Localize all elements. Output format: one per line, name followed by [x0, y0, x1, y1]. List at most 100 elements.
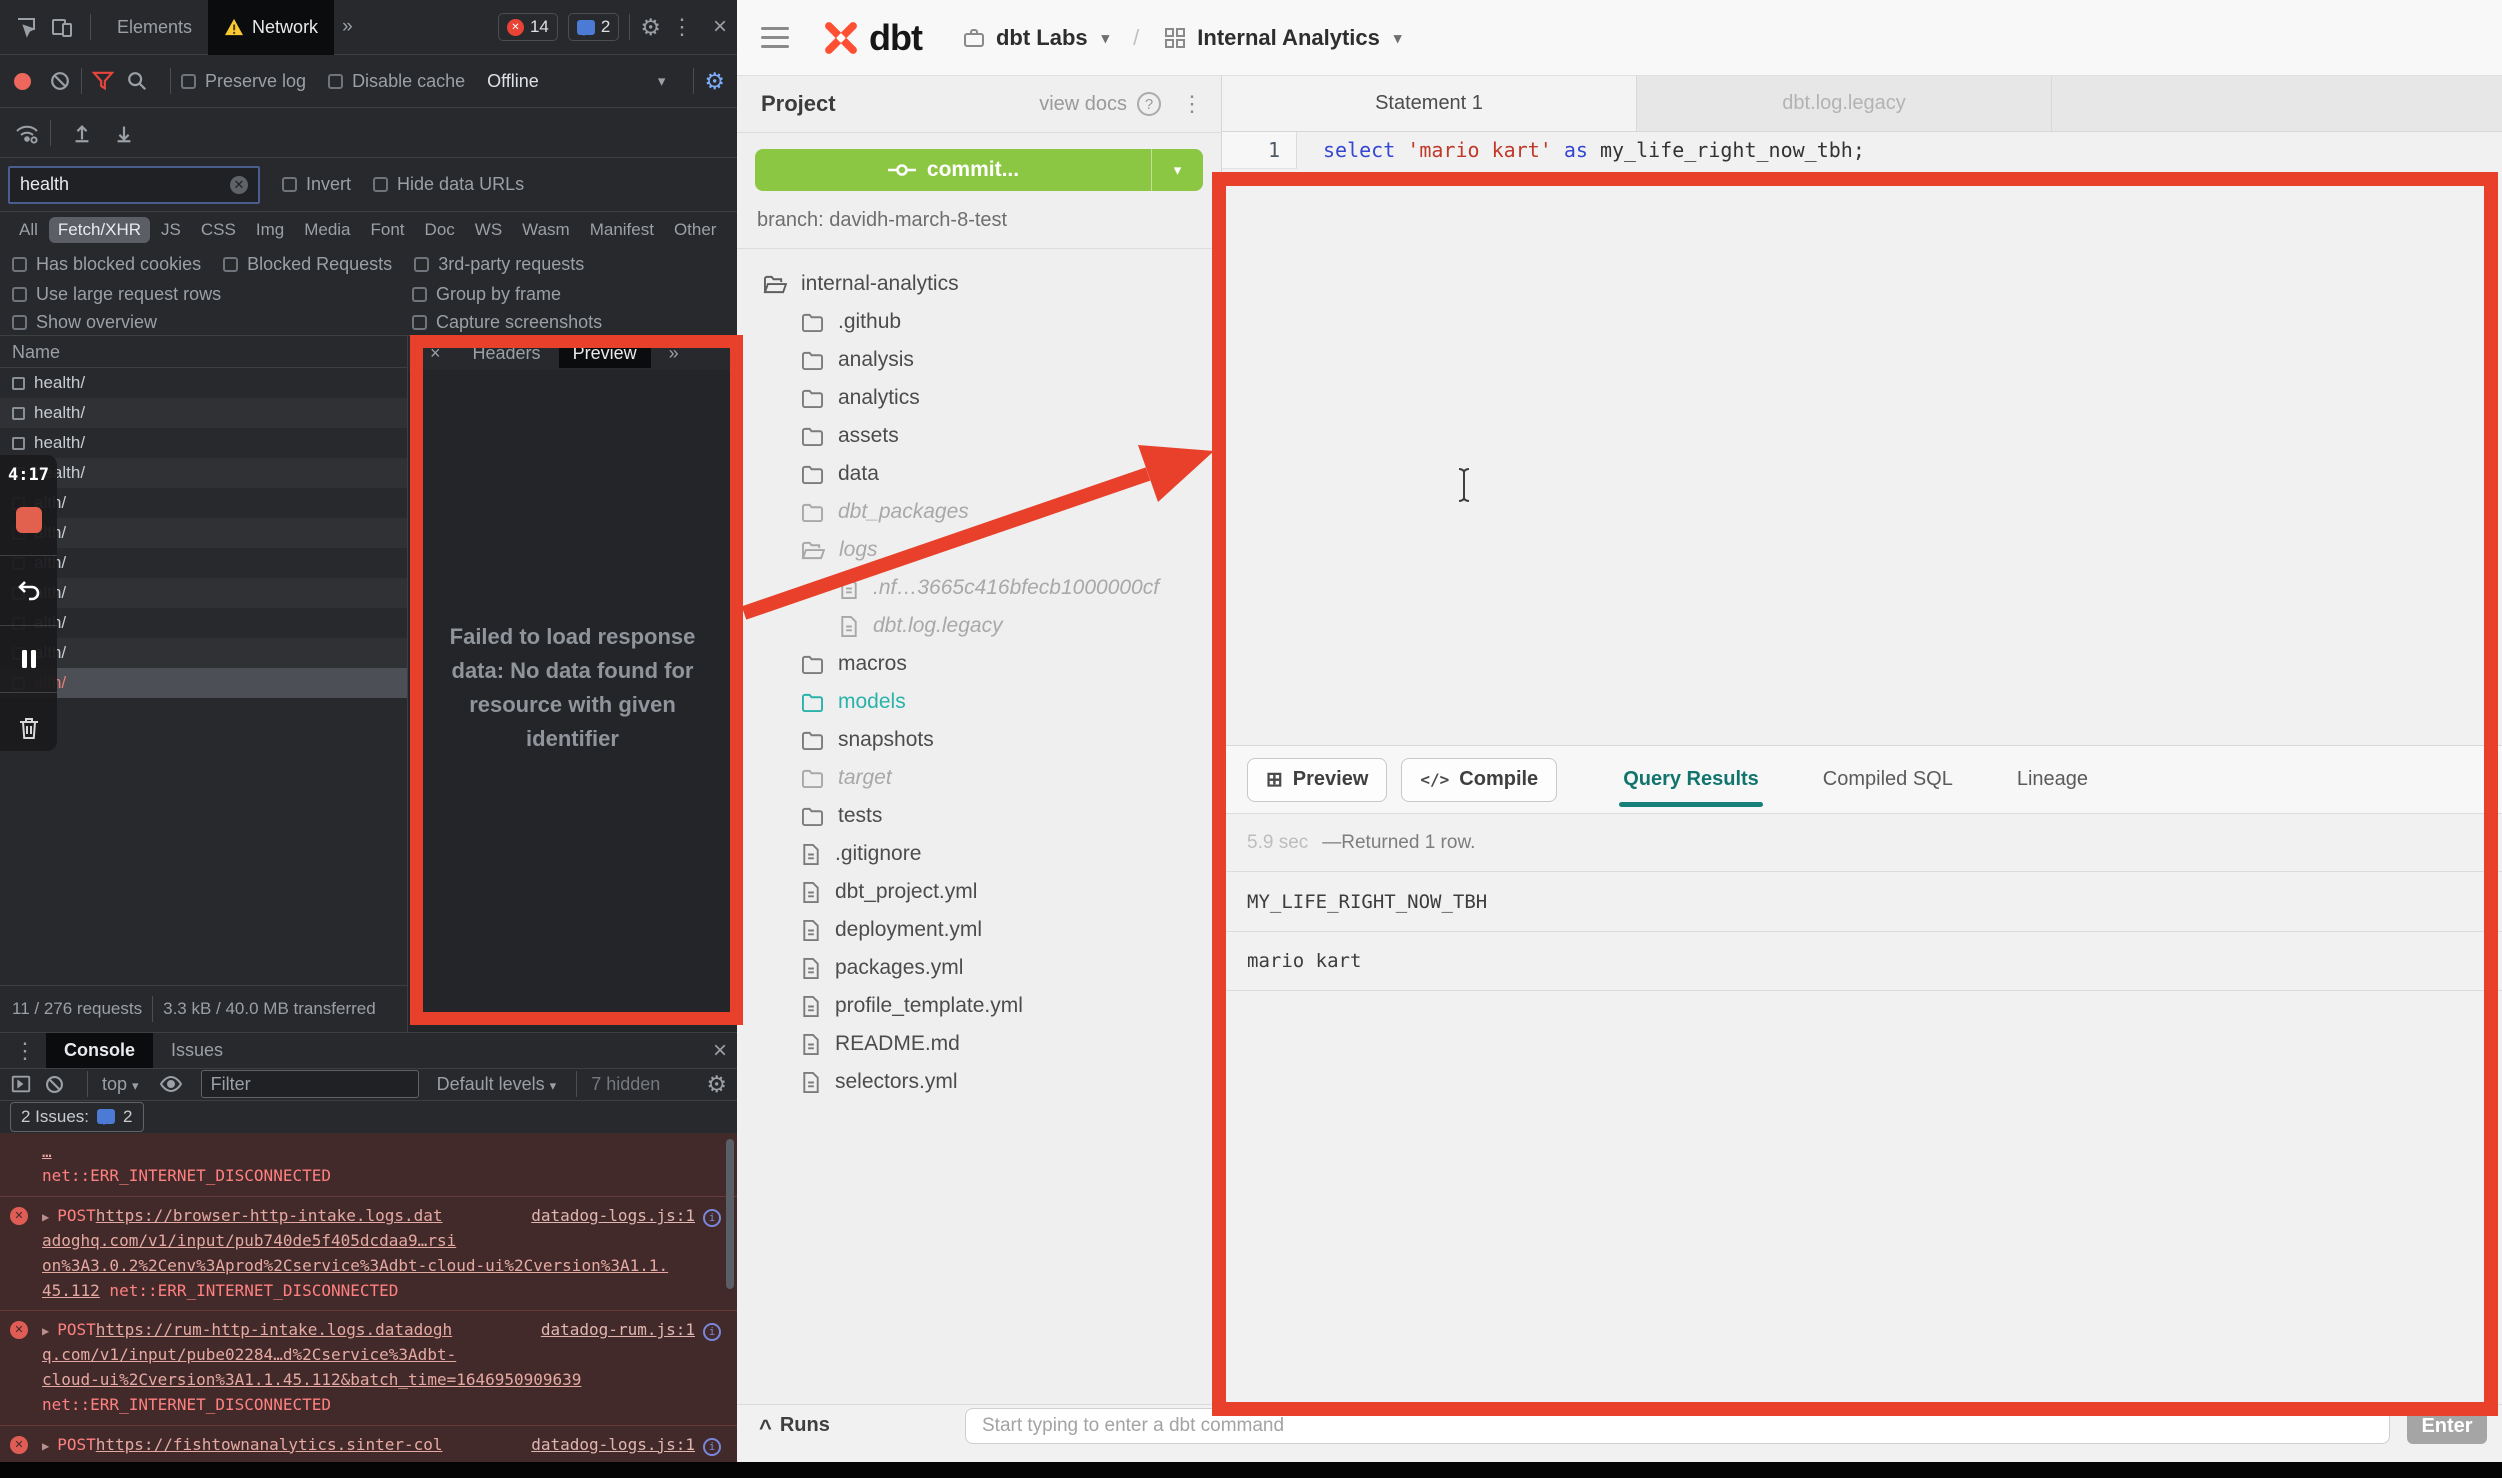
- restart-recording-icon[interactable]: [16, 578, 42, 602]
- type-filter-all[interactable]: All: [10, 217, 47, 243]
- type-filter-doc[interactable]: Doc: [416, 217, 464, 243]
- invert-checkbox[interactable]: Invert: [282, 174, 351, 195]
- type-filter-media[interactable]: Media: [295, 217, 359, 243]
- disable-cache-checkbox[interactable]: Disable cache: [328, 71, 465, 92]
- use-large-request-rows-checkbox[interactable]: Use large request rows: [12, 284, 390, 305]
- default-levels-select[interactable]: Default levels ▾: [437, 1074, 557, 1095]
- commit-dropdown-icon[interactable]: ▾: [1151, 149, 1203, 191]
- tab-console[interactable]: Console: [46, 1033, 153, 1068]
- pause-recording-icon[interactable]: [19, 648, 39, 670]
- account-switcher[interactable]: dbt Labs▾: [962, 25, 1109, 51]
- request-url-link[interactable]: cloud-ui%2Cversion%3A1.1.45.112&batch_ti…: [42, 1370, 581, 1389]
- clear-filter-icon[interactable]: ✕: [230, 176, 248, 194]
- has-blocked-cookies-checkbox[interactable]: Has blocked cookies: [12, 254, 201, 275]
- stop-recording-button[interactable]: [16, 507, 42, 533]
- tree-item-models[interactable]: models: [737, 683, 1221, 721]
- tab-headers[interactable]: Headers: [459, 339, 555, 368]
- clear-console-icon[interactable]: [44, 1074, 65, 1095]
- devtools-menu-icon[interactable]: ⋮: [661, 14, 703, 40]
- hide-data-urls-checkbox[interactable]: Hide data URLs: [373, 174, 524, 195]
- runs-toggle[interactable]: ^ Runs: [759, 1413, 830, 1439]
- filter-icon[interactable]: [92, 71, 114, 91]
- request-row[interactable]: alth/: [0, 548, 407, 578]
- issues-count-badge[interactable]: 2: [568, 13, 619, 41]
- tree-item-dbt-packages[interactable]: dbt_packages: [737, 493, 1221, 531]
- type-filter-img[interactable]: Img: [247, 217, 293, 243]
- tab-lineage[interactable]: Lineage: [2013, 746, 2092, 813]
- type-filter-wasm[interactable]: Wasm: [513, 217, 579, 243]
- network-settings-gear-icon[interactable]: ⚙: [704, 68, 725, 95]
- record-network-log-icon[interactable]: [14, 73, 31, 90]
- tree-item-readme-md[interactable]: README.md: [737, 1025, 1221, 1063]
- request-row[interactable]: health/: [0, 428, 407, 458]
- tree-item-macros[interactable]: macros: [737, 645, 1221, 683]
- source-file-link[interactable]: datadog-logs.js:1: [531, 1433, 695, 1458]
- capture-screenshots-checkbox[interactable]: Capture screenshots: [412, 312, 703, 333]
- tree-item-internal-analytics[interactable]: internal-analytics: [737, 265, 1221, 303]
- preview-button[interactable]: ⊞ Preview: [1247, 758, 1387, 802]
- request-row[interactable]: health/: [0, 368, 407, 398]
- tree-item-profile-template-yml[interactable]: profile_template.yml: [737, 987, 1221, 1025]
- preserve-log-checkbox[interactable]: Preserve log: [181, 71, 306, 92]
- tab-query-results[interactable]: Query Results: [1619, 746, 1763, 813]
- tree-item-gitignore[interactable]: .gitignore: [737, 835, 1221, 873]
- type-filter-ws[interactable]: WS: [466, 217, 511, 243]
- request-url-link[interactable]: q.com/v1/input/pube02284…d%2Cservice%3Ad…: [42, 1345, 456, 1364]
- console-close-icon[interactable]: ×: [703, 1037, 737, 1065]
- type-filter-manifest[interactable]: Manifest: [581, 217, 663, 243]
- request-row[interactable]: alth/: [0, 668, 407, 698]
- tree-item-nf-3665c416bfecb1000000cf[interactable]: .nf…3665c416bfecb1000000cf: [737, 569, 1221, 607]
- network-conditions-icon[interactable]: [14, 121, 40, 145]
- console-settings-gear-icon[interactable]: ⚙: [706, 1071, 727, 1098]
- console-error[interactable]: ✕▶POST https://browser-http-intake.logs.…: [0, 1196, 737, 1311]
- tree-item-tests[interactable]: tests: [737, 797, 1221, 835]
- requests-name-header[interactable]: Name: [0, 336, 407, 368]
- third-party-requests-checkbox[interactable]: 3rd-party requests: [414, 254, 584, 275]
- type-filter-font[interactable]: Font: [362, 217, 414, 243]
- request-row[interactable]: alth/: [0, 578, 407, 608]
- device-toolbar-icon[interactable]: [50, 15, 74, 39]
- hamburger-menu-icon[interactable]: [761, 27, 789, 48]
- request-row[interactable]: health/: [0, 398, 407, 428]
- tree-item-data[interactable]: data: [737, 455, 1221, 493]
- more-tabs-icon[interactable]: »: [334, 16, 361, 38]
- commit-button[interactable]: commit... ▾: [755, 149, 1203, 191]
- inspect-element-icon[interactable]: [14, 15, 38, 39]
- help-icon[interactable]: ?: [1137, 92, 1161, 116]
- delete-recording-icon[interactable]: [17, 715, 41, 741]
- request-row[interactable]: alth/: [0, 488, 407, 518]
- project-switcher[interactable]: Internal Analytics▾: [1163, 25, 1401, 51]
- sql-editor[interactable]: 1 select 'mario kart' as my_life_right_n…: [1222, 132, 2502, 745]
- request-url-link[interactable]: on%3A3.0.2%2Cenv%3Aprod%2Cservice%3Adbt-…: [42, 1256, 668, 1275]
- eye-icon[interactable]: [159, 1074, 183, 1094]
- source-file-link[interactable]: datadog-logs.js:1: [531, 1204, 695, 1229]
- console-error[interactable]: …net::ERR_INTERNET_DISCONNECTED: [0, 1133, 737, 1198]
- show-overview-checkbox[interactable]: Show overview: [12, 312, 390, 333]
- request-row[interactable]: alth/: [0, 518, 407, 548]
- result-row[interactable]: mario kart: [1222, 931, 2502, 991]
- type-filter-other[interactable]: Other: [665, 217, 726, 243]
- clear-network-log-icon[interactable]: [49, 70, 71, 92]
- tree-item-packages-yml[interactable]: packages.yml: [737, 949, 1221, 987]
- tab-compiled-sql[interactable]: Compiled SQL: [1819, 746, 1957, 813]
- type-filter-js[interactable]: JS: [152, 217, 190, 243]
- view-docs-link[interactable]: view docs: [1039, 93, 1127, 116]
- throttling-select[interactable]: Offline: [487, 71, 539, 92]
- request-row[interactable]: alth/: [0, 608, 407, 638]
- throttling-dropdown-icon[interactable]: ▾: [658, 72, 666, 90]
- console-scrollbar[interactable]: [726, 1139, 734, 1289]
- source-file-link[interactable]: datadog-rum.js:1: [541, 1318, 695, 1343]
- tab-preview[interactable]: Preview: [559, 339, 651, 368]
- console-sidebar-icon[interactable]: [10, 1073, 32, 1095]
- request-url-link[interactable]: https://fishtownanalytics.sinter-col: [96, 1433, 443, 1458]
- tree-item-assets[interactable]: assets: [737, 417, 1221, 455]
- request-url-link[interactable]: https://rum-http-intake.logs.datadogh: [96, 1318, 452, 1343]
- tab-dbt-log-legacy[interactable]: dbt.log.legacy: [1637, 76, 2052, 131]
- request-url-link[interactable]: 45.112: [42, 1281, 100, 1300]
- tree-item-dbt-log-legacy[interactable]: dbt.log.legacy: [737, 607, 1221, 645]
- network-filter-input[interactable]: health ✕: [8, 166, 260, 204]
- import-har-icon[interactable]: [71, 122, 93, 144]
- request-url-link[interactable]: …: [42, 1140, 52, 1165]
- dbt-command-input[interactable]: Start typing to enter a dbt command: [965, 1408, 2390, 1444]
- tree-item-target[interactable]: target: [737, 759, 1221, 797]
